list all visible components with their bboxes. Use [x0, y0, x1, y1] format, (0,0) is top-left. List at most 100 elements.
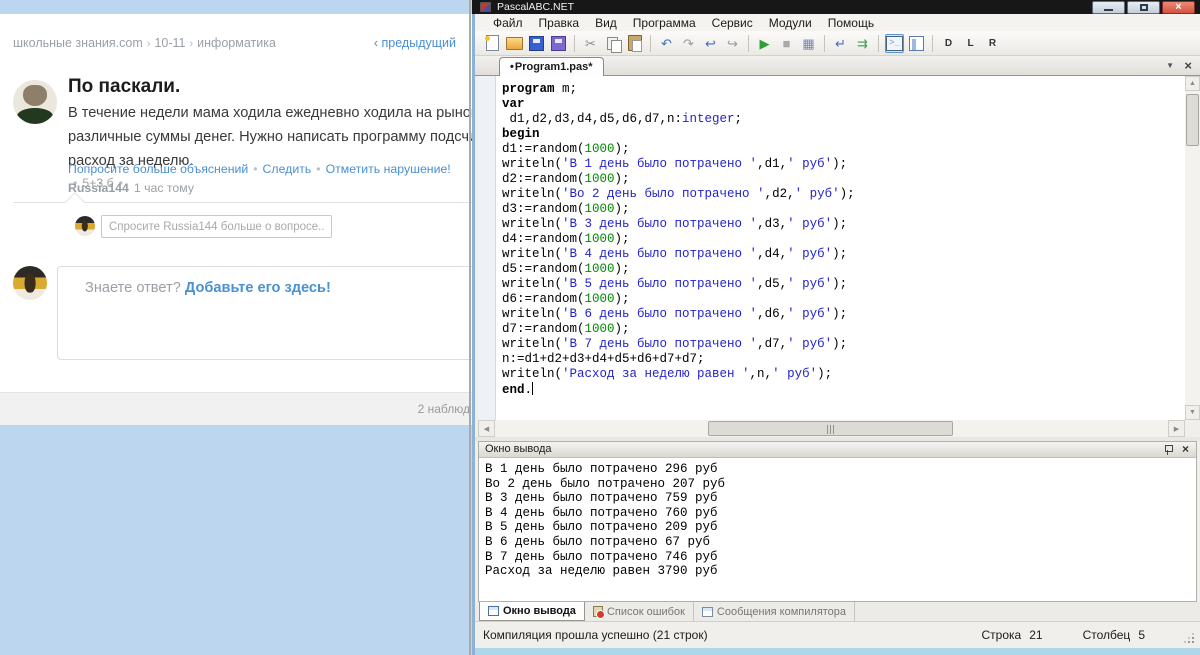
cut-icon[interactable]: ✂	[581, 34, 600, 53]
code-line: var	[502, 97, 855, 112]
menu-help[interactable]: Помощь	[820, 16, 882, 30]
close-button[interactable]: ×	[1162, 1, 1195, 14]
doc-d-icon[interactable]: D	[939, 34, 958, 53]
scroll-up-icon[interactable]: ▲	[1185, 76, 1200, 91]
status-column-value: 5	[1138, 628, 1145, 642]
status-column-label: Столбец	[1083, 628, 1131, 642]
title-bar[interactable]: PascalABC.NET ×	[472, 0, 1200, 14]
tab-output-window[interactable]: Окно вывода	[479, 602, 585, 621]
step-into-icon[interactable]: ⇉	[853, 34, 872, 53]
hscroll-thumb[interactable]	[708, 421, 953, 436]
menu-program[interactable]: Программа	[625, 16, 704, 30]
scroll-right-icon[interactable]: ▶	[1168, 420, 1185, 437]
code-line: d6:=random(1000);	[502, 292, 855, 307]
menu-view[interactable]: Вид	[587, 16, 625, 30]
follow-link[interactable]: Следить	[263, 162, 312, 176]
status-line-label: Строка	[982, 628, 1022, 642]
undo-icon[interactable]: ↶	[657, 34, 676, 53]
previous-question-link[interactable]: ‹ предыдущий	[374, 36, 456, 50]
code-lines: program m;var d1,d2,d3,d4,d5,d6,d7,n:int…	[502, 82, 855, 398]
step-over-icon[interactable]: ↵	[831, 34, 850, 53]
menu-file[interactable]: Файл	[485, 16, 531, 30]
paste-icon[interactable]	[625, 34, 644, 53]
resize-grip[interactable]	[1184, 633, 1194, 643]
editor-vscrollbar[interactable]: ▲ ▼	[1185, 76, 1200, 420]
pin-icon[interactable]	[1164, 445, 1172, 455]
output-close-icon[interactable]: ×	[1182, 442, 1189, 456]
ask-more-link[interactable]: Попросите больше объяснений	[68, 162, 248, 176]
tab-close-icon[interactable]: ×	[1184, 58, 1192, 73]
status-bar: Компиляция прошла успешно (21 строк) Стр…	[475, 621, 1200, 648]
save-icon[interactable]	[527, 34, 546, 53]
report-link[interactable]: Отметить нарушение!	[326, 162, 451, 176]
minimize-icon	[1104, 9, 1113, 11]
scroll-down-icon[interactable]: ▼	[1185, 405, 1200, 420]
tab-compiler-messages[interactable]: Сообщения компилятора	[694, 602, 855, 621]
modified-dot: •	[510, 61, 514, 73]
breadcrumb-grade-link[interactable]: 10-11	[154, 36, 185, 50]
question-meta: Russia1441 час тому	[68, 181, 194, 195]
run-icon[interactable]: ▶	[755, 34, 774, 53]
code-line: writeln('В 6 день было потрачено ',d6,' …	[502, 307, 855, 322]
divider	[13, 202, 472, 203]
output-panel-header[interactable]: Окно вывода ×	[479, 442, 1196, 458]
watch-grid-icon[interactable]: ▦	[799, 34, 818, 53]
output-panel-title: Окно вывода	[485, 443, 552, 455]
scroll-corner	[1185, 420, 1200, 437]
add-answer-link[interactable]: Добавьте его здесь!	[185, 280, 331, 296]
minimize-button[interactable]	[1092, 1, 1125, 14]
show-console-icon[interactable]: >_	[885, 34, 904, 53]
code-line: writeln('В 7 день было потрачено ',d7,' …	[502, 337, 855, 352]
breadcrumb-site-link[interactable]: школьные знания.com	[13, 36, 143, 50]
answer-user-avatar[interactable]	[13, 266, 47, 300]
toolbar-separator	[878, 35, 879, 52]
new-file-icon[interactable]	[483, 34, 502, 53]
status-line-value: 21	[1029, 628, 1042, 642]
error-list-icon	[593, 606, 603, 617]
question-author-avatar[interactable]	[13, 80, 57, 124]
answer-box[interactable]: Знаете ответ? Добавьте его здесь!	[57, 266, 477, 360]
text-caret	[532, 382, 533, 395]
doc-r-icon[interactable]: R	[983, 34, 1002, 53]
code-line: d4:=random(1000);	[502, 232, 855, 247]
vscroll-thumb[interactable]	[1186, 94, 1199, 146]
open-folder-icon[interactable]	[505, 34, 524, 53]
menu-modules[interactable]: Модули	[761, 16, 820, 30]
redo-icon[interactable]: ↷	[679, 34, 698, 53]
window-border-left	[472, 0, 475, 655]
commenter-avatar[interactable]	[75, 216, 95, 236]
breadcrumb-subject-link[interactable]: информатика	[197, 36, 276, 50]
question-author[interactable]: Russia144	[68, 181, 129, 195]
tab-error-list[interactable]: Список ошибок	[585, 602, 694, 621]
code-line: d7:=random(1000);	[502, 322, 855, 337]
pascalabc-window: PascalABC.NET × ФайлПравкаВидПрограммаСе…	[472, 0, 1200, 655]
output-window-icon	[488, 606, 499, 616]
code-line: writeln('В 4 день было потрачено ',d4,' …	[502, 247, 855, 262]
browser-window-edge	[469, 0, 471, 655]
observers-count: 2 наблюд	[418, 402, 470, 416]
editor-hscrollbar[interactable]: ◀ ▶	[478, 420, 1185, 437]
stop-icon[interactable]: ■	[777, 34, 796, 53]
code-line: d5:=random(1000);	[502, 262, 855, 277]
output-line: Расход за неделю равен 3790 руб	[485, 564, 1190, 579]
copy-icon[interactable]	[603, 34, 622, 53]
save-all-icon[interactable]	[549, 34, 568, 53]
maximize-button[interactable]	[1127, 1, 1160, 14]
code-editor[interactable]: program m;var d1,d2,d3,d4,d5,d6,d7,n:int…	[478, 76, 1185, 420]
window-buttons: ×	[1092, 1, 1195, 14]
show-structure-icon[interactable]	[907, 34, 926, 53]
page-header-strip	[0, 0, 472, 14]
scroll-left-icon[interactable]: ◀	[478, 420, 495, 437]
nav-forward-icon[interactable]: ↪	[723, 34, 742, 53]
bottom-tab-label: Окно вывода	[503, 605, 576, 617]
menu-service[interactable]: Сервис	[704, 16, 761, 30]
doc-l-icon[interactable]: L	[961, 34, 980, 53]
answer-prompt-text: Знаете ответ?	[85, 280, 181, 296]
tab-list-dropdown-icon[interactable]: ▼	[1166, 61, 1174, 70]
code-line: d1:=random(1000);	[502, 142, 855, 157]
nav-back-icon[interactable]: ↩	[701, 34, 720, 53]
tab-program1[interactable]: • Program1.pas*	[499, 57, 604, 76]
menu-edit[interactable]: Правка	[531, 16, 588, 30]
output-line: В 6 день было потрачено 67 руб	[485, 535, 1190, 550]
comment-input[interactable]	[101, 215, 332, 238]
